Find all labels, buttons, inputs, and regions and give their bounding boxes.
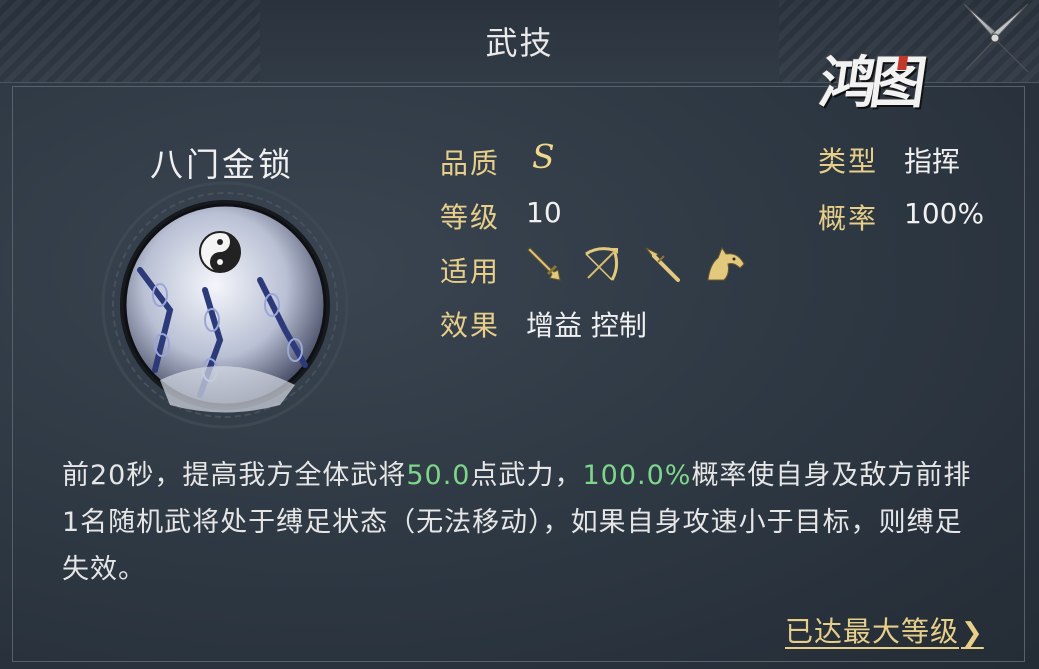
level-value: 10	[526, 196, 562, 229]
rate-label: 概率	[818, 202, 879, 235]
level-label: 等级	[440, 201, 501, 234]
desc-value-2: 100.0%	[582, 460, 692, 491]
skill-detail-screen: { "header": { "title": "武技" }, "logo": {…	[0, 0, 1039, 669]
chevron-right-icon: ❯	[961, 618, 984, 648]
type-value: 指挥	[904, 145, 961, 178]
close-icon	[963, 3, 1029, 73]
spear-icon	[642, 244, 682, 284]
desc-text-1: 前20秒，提高我方全体武将	[62, 460, 407, 491]
desc-text-2: 点武力，	[470, 460, 583, 491]
skill-description: 前20秒，提高我方全体武将50.0点武力，100.0%概率使自身及敌方前排1名随…	[62, 452, 982, 593]
horse-icon	[704, 244, 745, 284]
max-level-link[interactable]: 已达最大等级❯	[785, 610, 984, 650]
max-level-label: 已达最大等级	[785, 615, 960, 648]
close-button[interactable]	[958, 0, 1032, 76]
skill-icon	[100, 180, 350, 430]
quality-value: S	[532, 137, 555, 176]
effect-label: 效果	[440, 309, 501, 342]
effect-value: 增益 控制	[526, 309, 647, 342]
type-label: 类型	[818, 145, 879, 178]
bow-icon	[582, 244, 622, 284]
sword-icon	[524, 244, 564, 284]
desc-value-1: 50.0	[406, 460, 471, 491]
quality-label: 品质	[440, 147, 501, 180]
applicable-label: 适用	[440, 255, 501, 288]
rate-value: 100%	[904, 197, 985, 230]
skill-name: 八门金锁	[150, 145, 294, 184]
